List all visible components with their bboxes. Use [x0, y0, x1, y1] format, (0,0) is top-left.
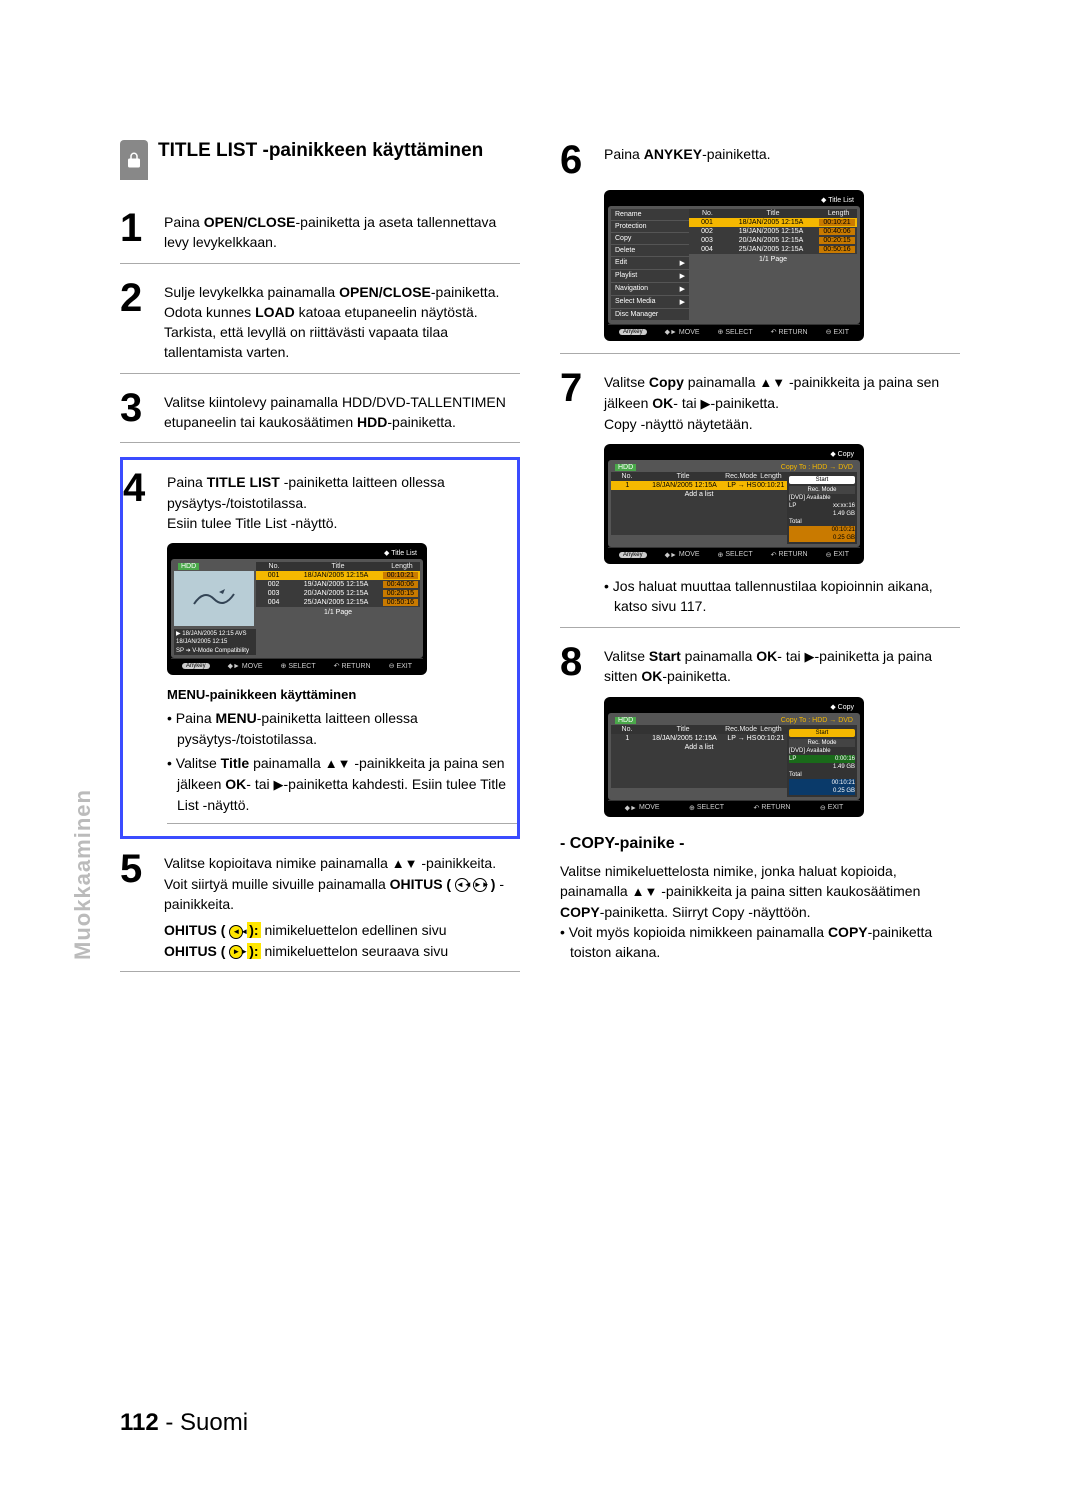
step-4-highlight: 4 Paina TITLE LIST -painiketta laitteen … [120, 457, 520, 838]
divider [167, 823, 517, 824]
step-7-note: Jos haluat muuttaa tallennustilaa kopioi… [604, 576, 960, 617]
section-title: TITLE LIST -painikkeen käyttäminen [158, 140, 483, 162]
step-6-text: Paina ANYKEY-painiketta. [604, 140, 960, 164]
step-1-text: Paina OPEN/CLOSE-painiketta ja aseta tal… [164, 208, 520, 253]
step-number-5: 5 [120, 849, 164, 889]
step-number-8: 8 [560, 642, 604, 682]
divider [120, 263, 520, 264]
osd-preview-image [174, 571, 254, 626]
divider [120, 442, 520, 443]
divider [560, 627, 960, 628]
osd-copy-screenshot-2: Copy HDDCopy To : HDD → DVD No.TitleRec.… [604, 697, 864, 817]
menu-bullet-2: Valitse Title painamalla ▲▼ -painikkeita… [167, 753, 517, 815]
page-footer: 112 - Suomi [120, 1409, 248, 1437]
osd-title-list-screenshot: Title List HDD ▶ 18/JAN/2005 12:15 AVS 1… [167, 543, 427, 675]
step-2-text: Sulje levykelkka painamalla OPEN/CLOSE-p… [164, 278, 520, 363]
step-number-4: 4 [123, 468, 167, 508]
copy-section-text: Valitse nimikeluettelosta nimike, jonka … [560, 861, 960, 922]
step-7-text: Valitse Copy painamalla ▲▼ -painikkeita … [604, 368, 960, 434]
menu-subheading: MENU-painikkeen käyttäminen [167, 687, 517, 702]
step-number-7: 7 [560, 368, 604, 408]
step-number-1: 1 [120, 208, 164, 248]
sidebar-section-label: Muokkaaminen [70, 789, 96, 960]
copy-section-bullet: Voit myös kopioida nimikkeen painamalla … [560, 922, 960, 963]
divider [120, 373, 520, 374]
step-number-6: 6 [560, 140, 604, 180]
step-8-text: Valitse Start painamalla OK- tai ▶-paini… [604, 642, 960, 687]
copy-section-heading: - COPY-painike - [560, 835, 960, 853]
osd-copy-screenshot-1: Copy HDDCopy To : HDD → DVD No.TitleRec.… [604, 444, 864, 564]
step-3-text: Valitse kiintolevy painamalla HDD/DVD-TA… [164, 388, 520, 433]
divider [120, 971, 520, 972]
step-number-2: 2 [120, 278, 164, 318]
divider [560, 353, 960, 354]
osd-anykey-menu-screenshot: Title List RenameProtectionCopyDeleteEdi… [604, 190, 864, 341]
step-5-text: Valitse kopioitava nimike painamalla ▲▼ … [164, 849, 520, 961]
title-list-icon [120, 140, 148, 180]
step-number-3: 3 [120, 388, 164, 428]
step-4-text: Paina TITLE LIST -painiketta laitteen ol… [167, 468, 517, 533]
menu-bullet-1: Paina MENU-painiketta laitteen ollessa p… [167, 708, 517, 749]
